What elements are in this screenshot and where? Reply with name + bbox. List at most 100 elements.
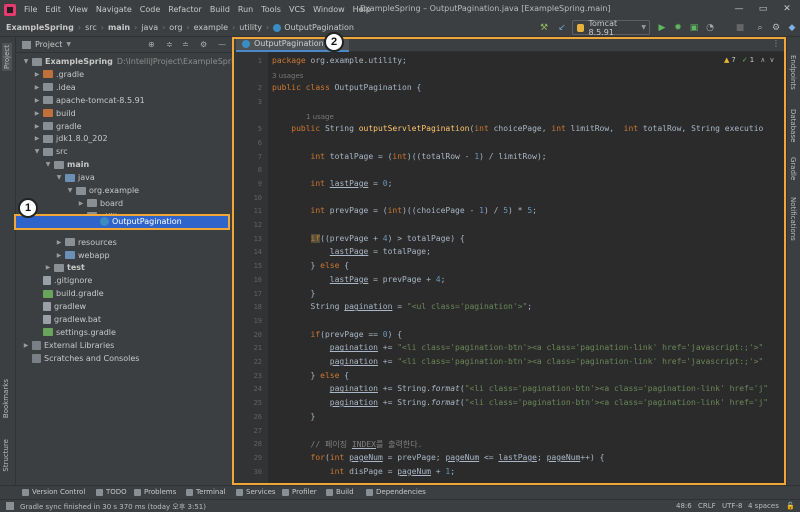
indent-setting[interactable]: 4 spaces [748,502,779,510]
collapse-arrow-icon[interactable]: ▶ [33,97,41,104]
code-line[interactable]: if(prevPage == 0) { [272,330,403,339]
code-line[interactable]: public class OutputPagination { [272,83,421,92]
code-line[interactable]: package org.example.utility; [272,56,407,65]
tree-item-src[interactable]: ▼ src [33,145,68,158]
tree-item-board[interactable]: ▶ board [77,197,123,210]
tree-item-jdk1-8-0-202[interactable]: ▶ jdk1.8.0_202 [33,132,108,145]
project-tool-tab[interactable]: Project [2,43,12,71]
minimize-icon[interactable]: — [728,2,750,16]
expand-arrow-icon[interactable]: ▼ [33,148,41,155]
collapse-all-icon[interactable]: ≐ [182,40,189,49]
collapse-arrow-icon[interactable]: ▶ [33,123,41,130]
code-line[interactable]: // 페이징 INDEX를 출력한다. [272,439,423,450]
tree-item-gitignore[interactable]: .gitignore [33,274,92,287]
tree-item-examplespring[interactable]: ▼ ExampleSpring D:\IntelliJProject\Example… [22,55,244,68]
project-panel-title[interactable]: Project [35,40,62,49]
more-options-icon[interactable]: ⋮ [772,39,780,48]
coverage-icon[interactable]: ▣ [688,22,700,34]
vcs-arrow-icon[interactable]: ↙ [556,22,568,34]
collapse-arrow-icon[interactable]: ▶ [33,110,41,117]
code-line[interactable]: public String outputServletPagination(in… [272,124,763,133]
chevron-up-icon[interactable]: ∧ [760,56,765,64]
breadcrumb-java[interactable]: java [141,23,158,32]
code-line[interactable]: } else { [272,261,350,270]
tool-window-build[interactable]: Build [326,488,354,496]
notifications-tool-tab[interactable]: Notifications [789,197,797,241]
code-line[interactable]: pagination += String.format("<li class='… [272,398,768,407]
settings-gear-icon[interactable]: ⚙ [770,22,782,34]
menu-item-build[interactable]: Build [210,5,230,14]
collapse-arrow-icon[interactable]: ▶ [22,342,30,349]
breadcrumb-example[interactable]: example [194,23,228,32]
tree-item-resources[interactable]: ▶ resources [55,236,117,249]
tree-item-gradle[interactable]: ▶ .gradle [33,68,84,81]
code-line[interactable]: pagination += String.format("<li class='… [272,384,768,393]
tree-item-webapp[interactable]: ▶ webapp [55,249,110,262]
tool-window-todo[interactable]: TODO [96,488,127,496]
menu-item-edit[interactable]: Edit [45,5,61,14]
gradle-tool-tab[interactable]: Gradle [789,157,797,180]
breadcrumb-outputpagination[interactable]: OutputPagination [284,23,354,32]
expand-arrow-icon[interactable]: ▼ [55,174,63,181]
code-line[interactable]: lastPage = prevPage + 4; [272,275,446,284]
code-line[interactable]: pagination += "<li class='pagination-btn… [272,357,763,366]
breadcrumb-main[interactable]: main [108,23,130,32]
tree-item-external-libraries[interactable]: ▶ External Libraries [22,339,114,352]
tree-item-test[interactable]: ▶ test [44,261,85,274]
menu-item-navigate[interactable]: Navigate [96,5,132,14]
collapse-arrow-icon[interactable]: ▶ [33,84,41,91]
menu-item-window[interactable]: Window [313,5,345,14]
tree-item-apache-tomcat-8-5-91[interactable]: ▶ apache-tomcat-8.5.91 [33,94,145,107]
file-encoding[interactable]: UTF-8 [722,502,742,510]
maximize-icon[interactable]: ▭ [752,2,774,16]
collapse-arrow-icon[interactable]: ▶ [33,135,41,142]
tool-window-dependencies[interactable]: Dependencies [366,488,426,496]
expand-all-icon[interactable]: ≑ [166,40,173,49]
structure-tool-tab[interactable]: Structure [2,439,10,472]
code-area[interactable]: package org.example.utility; 3 usages publ… [268,52,786,485]
bookmarks-tool-tab[interactable]: Bookmarks [2,379,10,418]
lock-icon[interactable]: 🔓 [786,502,795,510]
tool-window-version-control[interactable]: Version Control [22,488,85,496]
usages-hint[interactable]: 1 usage [306,113,334,121]
collapse-arrow-icon[interactable]: ▶ [55,239,63,246]
menu-item-view[interactable]: View [69,5,88,14]
tree-item-outputpagination[interactable]: OutputPagination [98,215,182,228]
tree-item-java[interactable]: ▼ java [55,171,95,184]
expand-arrow-icon[interactable]: ▼ [44,161,52,168]
line-separator[interactable]: CRLF [698,502,716,510]
tree-item-gradlew-bat[interactable]: gradlew.bat [33,313,101,326]
tree-item-main[interactable]: ▼ main [44,158,89,171]
hide-panel-icon[interactable]: — [218,40,226,49]
collapse-arrow-icon[interactable]: ▶ [55,252,63,259]
debug-icon[interactable]: ✹ [672,22,684,34]
endpoints-tool-tab[interactable]: Endpoints [789,55,797,90]
tree-item-gradlew[interactable]: gradlew [33,300,86,313]
profiler-icon[interactable]: ◔ [704,22,716,34]
menu-item-tools[interactable]: Tools [261,5,281,14]
chevron-down-icon[interactable]: ▼ [66,41,71,48]
usages-hint[interactable]: 3 usages [272,72,303,80]
menu-item-refactor[interactable]: Refactor [168,5,202,14]
code-line[interactable]: } [272,412,316,421]
tree-item-gradle[interactable]: ▶ gradle [33,120,82,133]
chevron-down-icon[interactable]: ∨ [769,56,774,64]
breadcrumb-utility[interactable]: utility [239,23,262,32]
code-line[interactable]: pagination += "<li class='pagination-btn… [272,343,763,352]
inspection-widget[interactable]: ▲ 7 ✓ 1 ∧ ∨ [724,56,774,64]
menu-item-code[interactable]: Code [140,5,160,14]
code-line[interactable]: lastPage = totalPage; [272,247,431,256]
expand-arrow-icon[interactable]: ▼ [22,58,30,65]
collapse-arrow-icon[interactable]: ▶ [77,200,85,207]
status-message[interactable]: Gradle sync finished in 30 s 370 ms (tod… [20,502,206,512]
tool-window-terminal[interactable]: Terminal [186,488,226,496]
tree-item-build-gradle[interactable]: build.gradle [33,287,104,300]
run-icon[interactable]: ▶ [656,22,668,34]
build-hammer-icon[interactable]: ⚒ [538,22,550,34]
close-icon[interactable]: ✕ [776,2,798,16]
expand-arrow-icon[interactable]: ▼ [66,187,74,194]
menu-item-run[interactable]: Run [238,5,253,14]
code-line[interactable]: int disPage = pageNum + 1; [272,467,455,476]
ide-features-icon[interactable]: ◆ [786,22,798,34]
tool-window-problems[interactable]: Problems [134,488,176,496]
